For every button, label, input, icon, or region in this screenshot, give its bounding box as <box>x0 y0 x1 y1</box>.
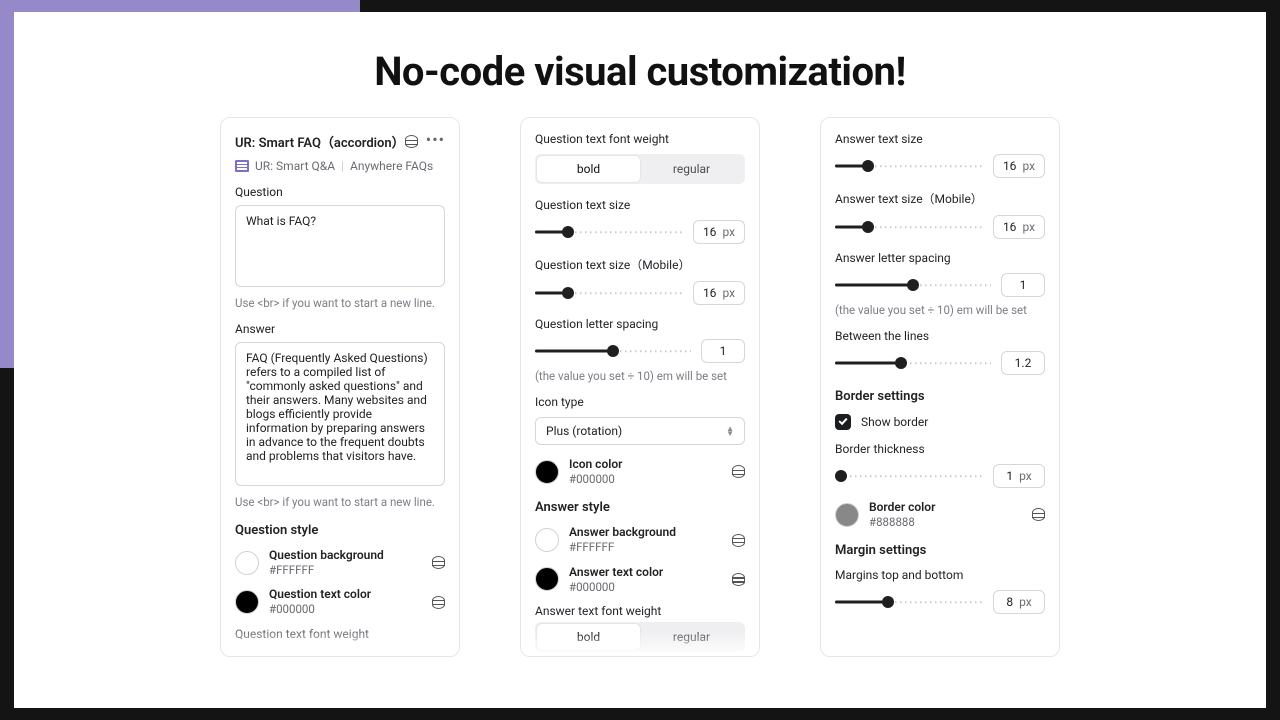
border-heading: Border settings <box>835 389 1045 404</box>
seg-bold[interactable]: bold <box>537 624 640 650</box>
question-text-color-row[interactable]: Question text color #000000 <box>235 587 445 616</box>
icon-type-label: Icon type <box>535 395 745 409</box>
a-weight-label: Answer text font weight <box>535 604 745 618</box>
answer-style-heading: Answer style <box>535 500 745 515</box>
q-size-label: Question text size <box>535 198 745 212</box>
database-icon[interactable] <box>732 573 745 586</box>
margin-input[interactable]: 8px <box>993 590 1045 614</box>
database-icon[interactable] <box>432 556 445 569</box>
q-weight-label: Question text font weight <box>535 132 745 146</box>
border-color-name: Border color <box>869 500 1022 515</box>
seg-bold[interactable]: bold <box>537 156 640 182</box>
margin-label: Margins top and bottom <box>835 568 1045 582</box>
q-ls-label: Question letter spacing <box>535 317 745 331</box>
icon-color-hex: #000000 <box>569 472 722 486</box>
q-size-m-label: Question text size（Mobile） <box>535 256 745 273</box>
question-input[interactable] <box>235 205 445 287</box>
a-ls-input[interactable]: 1 <box>1001 273 1045 297</box>
question-background-color-row[interactable]: Question background #FFFFFF <box>235 548 445 577</box>
question-tc-hex: #000000 <box>269 602 422 616</box>
panel-block-editor: UR: Smart FAQ（accordion） ••• UR: Smart Q… <box>220 117 460 657</box>
question-label: Question <box>235 185 445 199</box>
question-tc-name: Question text color <box>269 587 422 602</box>
answer-tc-hex: #000000 <box>569 580 722 594</box>
seg-regular[interactable]: regular <box>640 156 743 182</box>
lh-label: Between the lines <box>835 329 1045 343</box>
lh-slider[interactable] <box>835 355 991 371</box>
a-size-label: Answer text size <box>835 132 1045 146</box>
a-size-input[interactable]: 16px <box>993 154 1045 178</box>
a-ls-slider[interactable] <box>835 277 991 293</box>
crumb-separator: | <box>341 159 344 173</box>
show-border-checkbox[interactable] <box>835 414 851 430</box>
a-ls-help: (the value you set ÷ 10) em will be set <box>835 303 1045 317</box>
a-size-slider[interactable] <box>835 158 983 174</box>
a-ls-label: Answer letter spacing <box>835 251 1045 265</box>
database-icon[interactable] <box>432 596 445 609</box>
database-icon[interactable] <box>732 534 745 547</box>
margin-slider[interactable] <box>835 594 983 610</box>
answer-tc-name: Answer text color <box>569 565 722 580</box>
select-chevrons-icon: ▲▼ <box>726 426 734 436</box>
icon-type-value: Plus (rotation) <box>546 424 622 438</box>
panel-question-style: Question text font weight bold regular Q… <box>520 117 760 657</box>
icon-color-swatch[interactable] <box>535 460 559 484</box>
question-bg-hex: #FFFFFF <box>269 563 422 577</box>
answer-label: Answer <box>235 322 445 336</box>
database-icon[interactable] <box>1032 508 1045 521</box>
answer-helper: Use <br> if you want to start a new line… <box>235 495 445 509</box>
a-weight-segment[interactable]: bold regular <box>535 622 745 652</box>
thickness-slider[interactable] <box>835 468 983 484</box>
q-weight-segment[interactable]: bold regular <box>535 154 745 184</box>
thickness-input[interactable]: 1px <box>993 464 1045 488</box>
more-icon[interactable]: ••• <box>426 135 445 148</box>
question-weight-peek: Question text font weight <box>235 627 445 641</box>
q-size-m-slider[interactable] <box>535 285 683 301</box>
seg-regular[interactable]: regular <box>640 624 743 650</box>
breadcrumb: UR: Smart Q&A | Anywhere FAQs <box>235 159 445 173</box>
question-style-heading: Question style <box>235 523 445 538</box>
border-color-hex: #888888 <box>869 515 1022 529</box>
question-bg-name: Question background <box>269 548 422 563</box>
icon-color-row[interactable]: Icon color #000000 <box>535 457 745 486</box>
answer-bg-swatch[interactable] <box>535 528 559 552</box>
q-ls-input[interactable]: 1 <box>701 339 745 363</box>
a-size-m-slider[interactable] <box>835 219 983 235</box>
answer-input[interactable] <box>235 342 445 486</box>
answer-tc-row[interactable]: Answer text color #000000 <box>535 565 745 594</box>
block-title: UR: Smart FAQ（accordion） <box>235 132 405 151</box>
q-size-slider[interactable] <box>535 224 683 240</box>
answer-bg-name: Answer background <box>569 525 722 540</box>
q-ls-slider[interactable] <box>535 343 691 359</box>
thickness-label: Border thickness <box>835 442 1045 456</box>
crumb-section[interactable]: Anywhere FAQs <box>350 159 433 173</box>
panels-row: UR: Smart FAQ（accordion） ••• UR: Smart Q… <box>220 117 1060 657</box>
crumb-app[interactable]: UR: Smart Q&A <box>255 159 335 173</box>
show-border-label: Show border <box>861 415 928 429</box>
canvas: No-code visual customization! UR: Smart … <box>14 12 1266 708</box>
panel-answer-style: Answer text size 16px Answer text size（M… <box>820 117 1060 657</box>
hero-title: No-code visual customization! <box>374 48 906 95</box>
answer-bg-hex: #FFFFFF <box>569 540 722 554</box>
question-helper: Use <br> if you want to start a new line… <box>235 296 445 310</box>
q-size-input[interactable]: 16px <box>693 220 745 244</box>
answer-bg-row[interactable]: Answer background #FFFFFF <box>535 525 745 554</box>
icon-type-select[interactable]: Plus (rotation) ▲▼ <box>535 417 745 445</box>
lh-input[interactable]: 1.2 <box>1001 351 1045 375</box>
database-icon[interactable] <box>732 465 745 478</box>
q-size-m-input[interactable]: 16px <box>693 281 745 305</box>
border-color-row[interactable]: Border color #888888 <box>835 500 1045 529</box>
a-size-m-label: Answer text size（Mobile） <box>835 190 1045 207</box>
database-icon[interactable] <box>405 135 418 148</box>
q-ls-help: (the value you set ÷ 10) em will be set <box>535 369 745 383</box>
margin-heading: Margin settings <box>835 543 1045 558</box>
border-color-swatch[interactable] <box>835 503 859 527</box>
question-tc-swatch[interactable] <box>235 590 259 614</box>
show-border-row[interactable]: Show border <box>835 414 1045 430</box>
answer-tc-swatch[interactable] <box>535 567 559 591</box>
app-icon <box>235 160 249 172</box>
icon-color-name: Icon color <box>569 457 722 472</box>
question-bg-swatch[interactable] <box>235 551 259 575</box>
a-size-m-input[interactable]: 16px <box>993 215 1045 239</box>
